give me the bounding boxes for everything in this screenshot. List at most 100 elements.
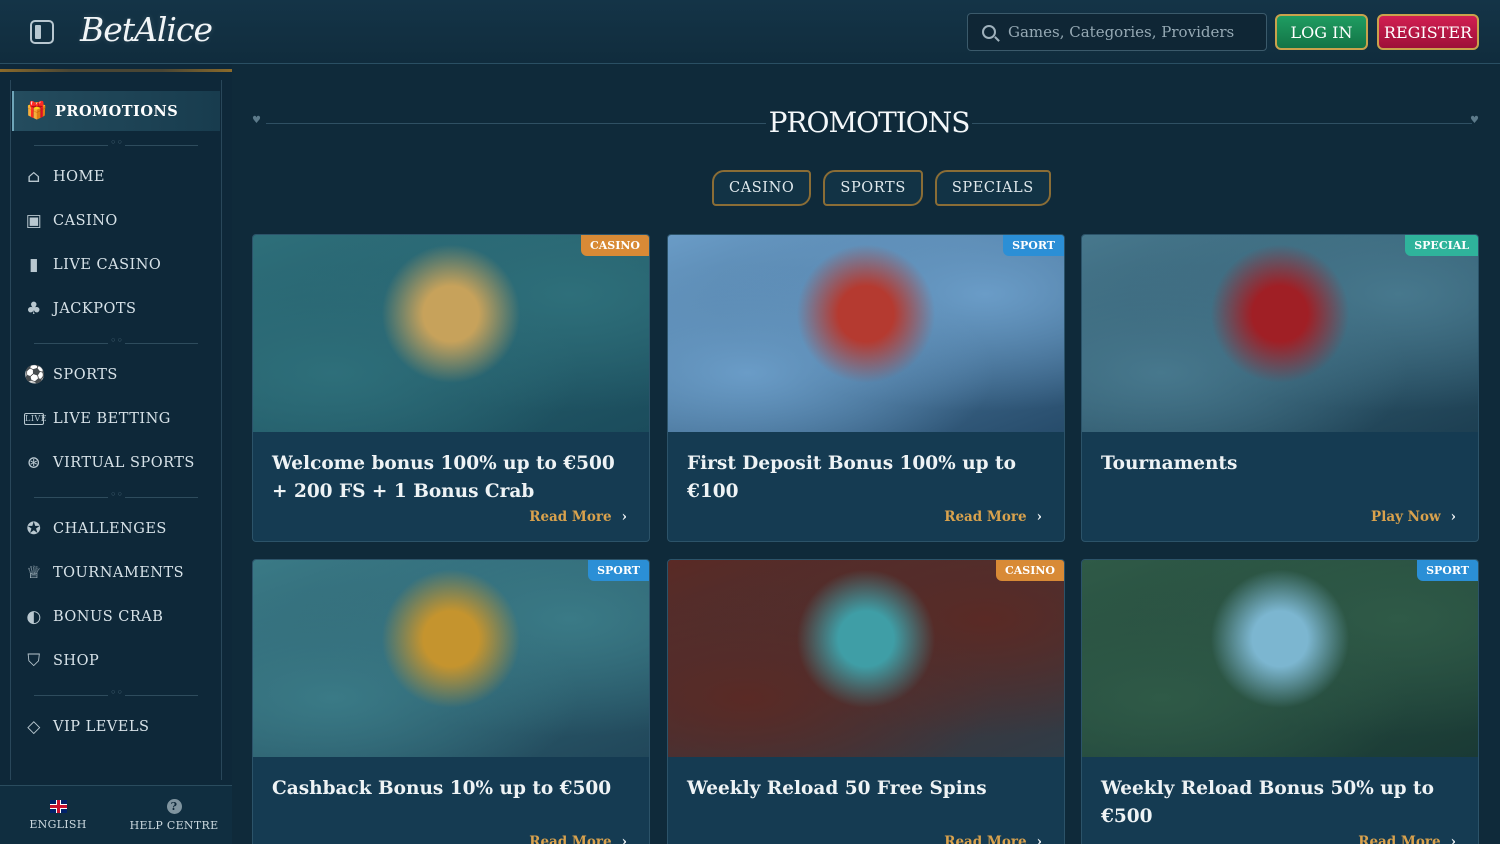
ball-icon: ⚽ [24,365,46,385]
live-icon: LIVE [24,413,48,425]
link-label: Play Now [1371,509,1441,525]
sidebar-item-promotions[interactable]: 🎁 PROMOTIONS [12,91,220,131]
read-more-link[interactable]: Read More › [944,834,1042,844]
slot-machine-icon: ▣ [25,211,43,231]
basket-icon: ⛉ [27,651,41,671]
sidebar-ornament [0,69,232,72]
promo-image[interactable] [253,560,649,757]
search-box[interactable] [967,13,1267,51]
home-icon: ⌂ [27,167,41,187]
link-label: Read More [1358,834,1441,844]
sidebar-item-label: TOURNAMENTS [53,565,185,581]
sidebar-item-home[interactable]: ⌂ HOME [12,157,220,197]
promo-card[interactable]: SPORT Weekly Reload Bonus 50% up to €500 R… [1081,559,1479,844]
title-row: ♥ PROMOTIONS ♥ [252,104,1480,144]
sidebar-item-jackpots[interactable]: ♣ JACKPOTS [12,289,220,329]
divider [34,334,198,347]
tab-sports[interactable]: SPORTS [823,170,923,206]
virtual-icon: ⊛ [26,453,42,473]
sidebar: 🎁 PROMOTIONS ⌂ HOME ▣ CASINO ▮ LIVE CASI… [0,64,232,844]
tab-specials[interactable]: SPECIALS [934,170,1051,206]
promo-image[interactable] [1082,235,1478,432]
divider [34,136,198,149]
promo-image[interactable] [253,235,649,432]
heart-ornament-icon: ♥ [252,115,261,126]
login-button[interactable]: LOG IN [1275,14,1368,50]
register-button[interactable]: REGISTER [1377,14,1479,50]
main-content: ♥ PROMOTIONS ♥ CASINO SPORTS SPECIALS CA… [232,64,1500,844]
sidebar-item-live-betting[interactable]: LIVE LIVE BETTING [12,399,220,439]
page-title: PROMOTIONS [768,106,971,139]
promo-title: Tournaments [1101,453,1238,474]
sidebar-item-label: SHOP [53,653,100,669]
promo-card[interactable]: CASINO Weekly Reload 50 Free Spins Read Mo… [667,559,1065,844]
promo-title: Welcome bonus 100% up to €500 + 200 FS +… [272,453,615,502]
read-more-link[interactable]: Read More › [529,834,627,844]
chevron-right-icon: › [621,509,627,525]
sidebar-item-label: BONUS CRAB [53,609,164,625]
sidebar-item-label: CHALLENGES [53,521,167,537]
sidebar-item-vip-levels[interactable]: ◇ VIP LEVELS [12,707,220,747]
category-badge: CASINO [580,235,649,256]
sidebar-item-label: JACKPOTS [53,301,137,317]
sidebar-item-casino[interactable]: ▣ CASINO [12,201,220,241]
promo-title: First Deposit Bonus 100% up to €100 [687,453,1016,502]
medal-icon: ✪ [26,519,42,539]
trophy-icon: ♕ [26,563,42,583]
promo-card[interactable]: SPECIAL Tournaments Play Now › [1081,234,1479,542]
sidebar-item-bonus-crab[interactable]: ◐ BONUS CRAB [12,597,220,637]
category-badge: CASINO [995,560,1064,581]
promo-image[interactable] [668,560,1064,757]
chevron-right-icon: › [1450,509,1456,525]
read-more-link[interactable]: Read More › [944,509,1042,525]
link-label: Read More [944,509,1027,525]
language-label: ENGLISH [29,817,87,831]
sidebar-item-challenges[interactable]: ✪ CHALLENGES [12,509,220,549]
diamond-icon: ◇ [27,717,41,737]
top-header: BetAlice LOG IN REGISTER [0,0,1500,64]
sidebar-item-sports[interactable]: ⚽ SPORTS [12,355,220,395]
sidebar-item-label: HOME [53,169,105,185]
link-label: Read More [529,509,612,525]
sidebar-item-virtual-sports[interactable]: ⊛ VIRTUAL SPORTS [12,443,220,483]
category-badge: SPORT [588,560,649,581]
sidebar-item-label: LIVE CASINO [53,257,162,273]
read-more-link[interactable]: Play Now › [1371,509,1456,525]
sidebar-item-label: CASINO [53,213,118,229]
read-more-link[interactable]: Read More › [529,509,627,525]
crab-icon: ◐ [26,607,42,627]
divider [34,488,198,501]
promo-card[interactable]: SPORT Cashback Bonus 10% up to €500 Read M… [252,559,650,844]
language-selector[interactable]: ENGLISH [0,786,116,844]
help-centre-link[interactable]: ? HELP CENTRE [116,786,232,844]
chevron-right-icon: › [621,834,627,844]
sidebar-item-live-casino[interactable]: ▮ LIVE CASINO [12,245,220,285]
sidebar-toggle-icon[interactable] [30,20,54,44]
sidebar-item-label: VIP LEVELS [53,719,150,735]
promo-image[interactable] [668,235,1064,432]
sidebar-item-shop[interactable]: ⛉ SHOP [12,641,220,681]
uk-flag-icon [49,799,67,813]
category-badge: SPORT [1417,560,1478,581]
promo-image[interactable] [1082,560,1478,757]
promotion-tabs: CASINO SPORTS SPECIALS [712,170,1051,206]
read-more-link[interactable]: Read More › [1358,834,1456,844]
divider [34,686,198,699]
category-badge: SPORT [1003,235,1064,256]
help-label: HELP CENTRE [129,818,219,832]
search-icon [982,25,996,39]
clover-icon: ♣ [26,299,42,319]
logo[interactable]: BetAlice [80,10,213,49]
promo-card[interactable]: SPORT First Deposit Bonus 100% up to €100… [667,234,1065,542]
sidebar-footer: ENGLISH ? HELP CENTRE [0,785,232,844]
sidebar-item-tournaments[interactable]: ♕ TOURNAMENTS [12,553,220,593]
tab-casino[interactable]: CASINO [712,170,812,206]
title-divider [972,123,1472,124]
chevron-right-icon: › [1036,834,1042,844]
chevron-right-icon: › [1036,509,1042,525]
promo-title: Weekly Reload 50 Free Spins [687,778,987,799]
category-badge: SPECIAL [1405,235,1478,256]
promo-card[interactable]: CASINO Welcome bonus 100% up to €500 + 20… [252,234,650,542]
question-icon: ? [166,798,182,814]
search-input[interactable] [1008,23,1248,41]
